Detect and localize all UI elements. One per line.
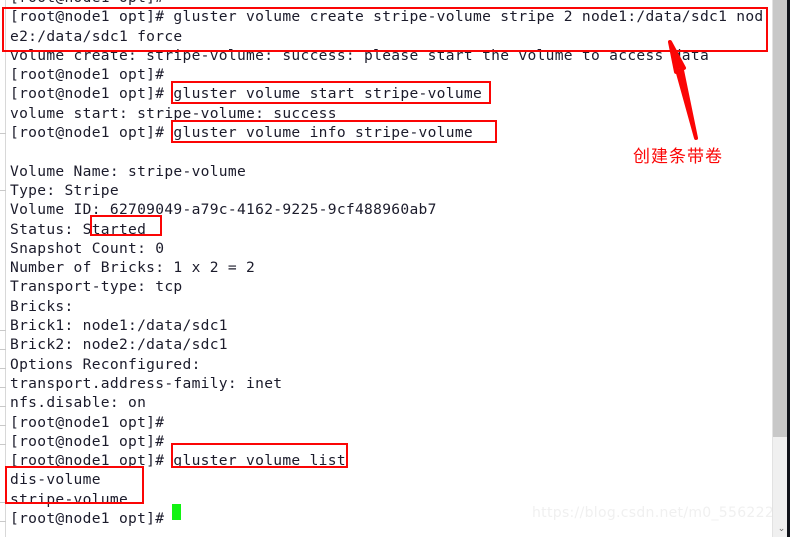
left-gutter-tick (0, 190, 6, 191)
terminal-line: Status: Started (10, 220, 147, 238)
terminal-line: volume start: stripe-volume: success (10, 104, 337, 122)
left-gutter-tick (0, 425, 6, 426)
left-gutter-tick (0, 368, 6, 369)
terminal-line: [root@node1 opt]# gluster volume create … (10, 8, 764, 26)
terminal-output[interactable]: [root@node1 opt]# [root@node1 opt]# glus… (10, 0, 770, 528)
terminal-cursor (172, 504, 181, 520)
terminal-line: volume create: stripe-volume: success: p… (10, 46, 710, 64)
terminal-line: Options Reconfigured: (10, 355, 201, 373)
terminal-screenshot: [root@node1 opt]# [root@node1 opt]# glus… (0, 0, 790, 537)
left-gutter-tick (0, 444, 6, 445)
terminal-line: [root@node1 opt]# gluster volume start s… (10, 85, 483, 103)
left-gutter-tick (0, 502, 6, 503)
left-gutter-tick (0, 387, 6, 388)
terminal-line: Snapshot Count: 0 (10, 239, 165, 257)
left-gutter-rule (5, 0, 6, 537)
left-gutter-tick (0, 330, 6, 331)
terminal-line: [root@node1 opt]# (10, 413, 165, 431)
left-gutter-tick (0, 521, 6, 522)
left-gutter-tick (0, 133, 6, 134)
terminal-line: Transport-type: tcp (10, 278, 183, 296)
terminal-line: nfs.disable: on (10, 394, 147, 412)
left-gutter-tick (0, 349, 6, 350)
terminal-line: [root@node1 opt]# (10, 66, 165, 84)
terminal-line: transport.address-family: inet (10, 374, 283, 392)
terminal-line: Brick1: node1:/data/sdc1 (10, 317, 228, 335)
terminal-line: Volume ID: 62709049-a79c-4162-9225-9cf48… (10, 201, 437, 219)
watermark: https://blog.csdn.net/m0_55622296 (532, 505, 790, 521)
terminal-line: [root@node1 opt]# gluster volume info st… (10, 124, 473, 142)
terminal-line: [root@node1 opt]# (10, 432, 165, 450)
left-gutter-tick (0, 406, 6, 407)
terminal-line: Type: Stripe (10, 181, 119, 199)
terminal-line: [root@node1 opt]# gluster volume list (10, 452, 346, 470)
terminal-line: Brick2: node2:/data/sdc1 (10, 336, 228, 354)
terminal-line: Number of Bricks: 1 x 2 = 2 (10, 259, 256, 277)
annotation-note-text: 创建条带卷 (633, 147, 723, 167)
terminal-line: [root@node1 opt]# (10, 0, 770, 7)
terminal-line: dis-volume (10, 471, 101, 489)
terminal-line: Bricks: (10, 297, 74, 315)
terminal-line: e2:/data/sdc1 force (10, 27, 183, 45)
